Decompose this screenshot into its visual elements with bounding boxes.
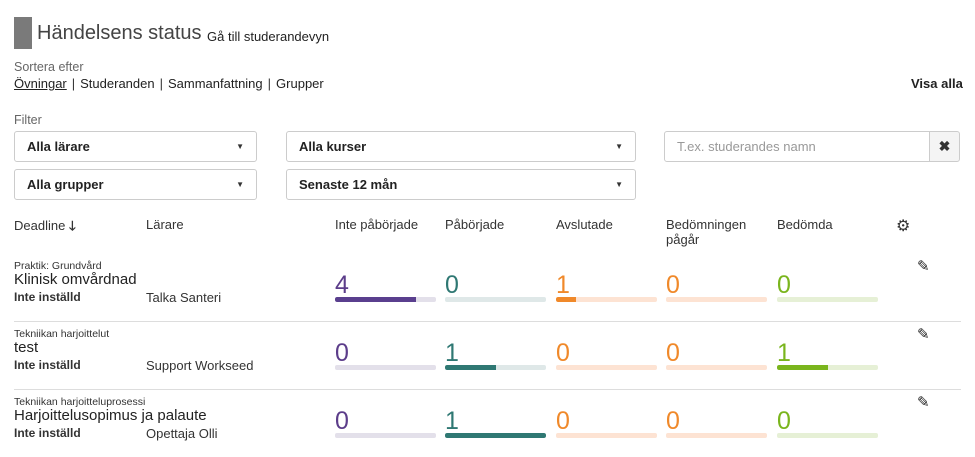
- progress-bar-assessment: [666, 365, 767, 370]
- progress-fill-not-started: [335, 297, 416, 302]
- column-header-not-started: Inte påbörjade: [335, 217, 419, 232]
- progress-bar-completed: [556, 433, 657, 438]
- edit-pencil-icon[interactable]: ✎: [917, 325, 930, 343]
- student-search-input[interactable]: T.ex. studerandes namn: [664, 131, 930, 162]
- column-header-deadline-label: Deadline: [14, 218, 66, 233]
- edit-pencil-icon[interactable]: ✎: [917, 257, 930, 275]
- title-accent-bar: [14, 17, 32, 49]
- teacher-select-value: Alla lärare: [27, 139, 90, 154]
- group-select[interactable]: Alla grupper ▼: [14, 169, 257, 200]
- count-started[interactable]: 1: [445, 409, 459, 434]
- course-select[interactable]: Alla kurser ▼: [286, 131, 636, 162]
- count-started[interactable]: 0: [445, 273, 459, 298]
- chevron-down-icon: ▼: [615, 180, 623, 189]
- row-divider: [14, 321, 961, 322]
- count-assessed[interactable]: 1: [777, 341, 791, 366]
- sort-separator: |: [267, 76, 272, 91]
- count-completed[interactable]: 0: [556, 341, 570, 366]
- count-not-started[interactable]: 0: [335, 341, 349, 366]
- sort-options: Övningar | Studeranden | Sammanfattning | Grup…: [14, 76, 324, 91]
- deadline-value: Inte inställd: [14, 358, 81, 372]
- progress-fill-completed: [556, 297, 577, 302]
- progress-bar-started: [445, 297, 546, 302]
- progress-bar-assessed: [777, 433, 878, 438]
- deadline-value: Inte inställd: [14, 290, 81, 304]
- count-started[interactable]: 1: [445, 341, 459, 366]
- progress-bar-assessed: [777, 297, 878, 302]
- progress-bar-started: [445, 365, 546, 370]
- group-select-value: Alla grupper: [27, 177, 104, 192]
- show-all-button[interactable]: Visa alla: [911, 76, 963, 91]
- row-divider: [14, 389, 961, 390]
- gear-icon[interactable]: ⚙: [896, 216, 910, 236]
- progress-fill-assessed: [777, 365, 828, 370]
- close-icon: ✖: [938, 138, 951, 154]
- count-assessment[interactable]: 0: [666, 341, 680, 366]
- sort-option-groups[interactable]: Grupper: [276, 76, 324, 91]
- period-select-value: Senaste 12 mån: [299, 177, 398, 192]
- exercise-title[interactable]: Klinisk omvårdnad: [14, 271, 137, 288]
- exercise-title[interactable]: Harjoittelusopimus ja palaute: [14, 407, 207, 424]
- teacher-name: Opettaja Olli: [146, 426, 218, 441]
- progress-fill-started: [445, 433, 546, 438]
- progress-bar-assessment: [666, 297, 767, 302]
- teacher-select[interactable]: Alla lärare ▼: [14, 131, 257, 162]
- period-select[interactable]: Senaste 12 mån ▼: [286, 169, 636, 200]
- chevron-down-icon: ▼: [615, 142, 623, 151]
- filter-label: Filter: [14, 113, 42, 127]
- column-header-completed: Avslutade: [556, 217, 613, 232]
- column-header-assessment: Bedömningen pågår: [666, 217, 747, 247]
- sort-label: Sortera efter: [14, 60, 84, 74]
- count-assessment[interactable]: 0: [666, 409, 680, 434]
- deadline-value: Inte inställd: [14, 426, 81, 440]
- student-view-link[interactable]: Gå till studerandevyn: [207, 29, 329, 44]
- progress-bar-not-started: [335, 433, 436, 438]
- column-header-assessed: Bedömda: [777, 217, 833, 232]
- progress-fill-started: [445, 365, 496, 370]
- progress-bar-not-started: [335, 365, 436, 370]
- sort-option-summary[interactable]: Sammanfattning: [168, 76, 263, 91]
- arrow-down-icon: 🡓: [68, 218, 76, 233]
- chevron-down-icon: ▼: [236, 180, 244, 189]
- progress-bar-not-started: [335, 297, 436, 302]
- chevron-down-icon: ▼: [236, 142, 244, 151]
- count-completed[interactable]: 0: [556, 409, 570, 434]
- progress-bar-started: [445, 433, 546, 438]
- sort-option-exercises[interactable]: Övningar: [14, 76, 67, 91]
- teacher-name: Support Workseed: [146, 358, 254, 373]
- count-assessed[interactable]: 0: [777, 273, 791, 298]
- sort-option-students[interactable]: Studeranden: [80, 76, 154, 91]
- progress-bar-completed: [556, 297, 657, 302]
- column-header-teacher: Lärare: [146, 217, 184, 232]
- sort-separator: |: [159, 76, 163, 91]
- exercise-title[interactable]: test: [14, 339, 38, 356]
- count-completed[interactable]: 1: [556, 273, 570, 298]
- column-header-started: Påbörjade: [445, 217, 505, 232]
- count-assessment[interactable]: 0: [666, 273, 680, 298]
- column-header-deadline[interactable]: Deadline 🡓: [14, 217, 76, 239]
- clear-search-button[interactable]: ✖: [929, 131, 960, 162]
- count-not-started[interactable]: 0: [335, 409, 349, 434]
- progress-bar-completed: [556, 365, 657, 370]
- progress-bar-assessment: [666, 433, 767, 438]
- edit-pencil-icon[interactable]: ✎: [917, 393, 930, 411]
- sort-separator: |: [71, 76, 76, 91]
- course-select-value: Alla kurser: [299, 139, 367, 154]
- count-assessed[interactable]: 0: [777, 409, 791, 434]
- count-not-started[interactable]: 4: [335, 273, 349, 298]
- page-title: Händelsens status: [37, 22, 202, 44]
- progress-bar-assessed: [777, 365, 878, 370]
- teacher-name: Talka Santeri: [146, 290, 222, 305]
